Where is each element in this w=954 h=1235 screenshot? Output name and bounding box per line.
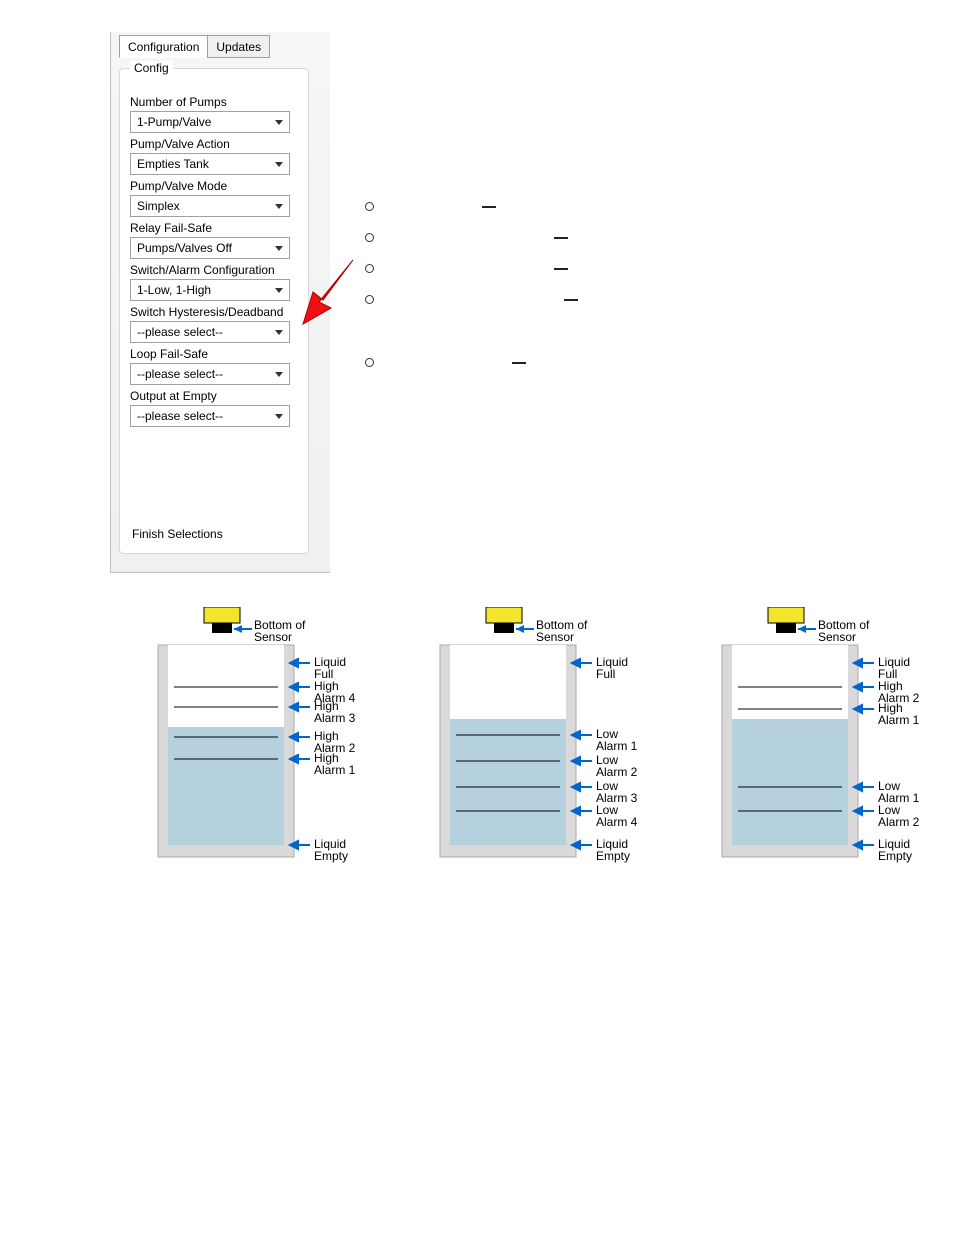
label-bottom-of-sensor: Bottom of Sensor (536, 619, 587, 643)
chevron-down-icon (271, 407, 287, 425)
select-value: --please select-- (137, 409, 223, 423)
circle-icon (365, 233, 374, 242)
select-relay-fail-safe[interactable]: Pumps/Valves Off (130, 237, 290, 259)
tab-updates[interactable]: Updates (207, 35, 270, 58)
circle-icon (365, 264, 374, 273)
select-value: 1-Pump/Valve (137, 115, 211, 129)
label-output-at-empty: Output at Empty (130, 389, 300, 403)
select-pump-valve-action[interactable]: Empties Tank (130, 153, 290, 175)
tab-configuration[interactable]: Configuration (119, 35, 208, 58)
dash-icon (512, 362, 526, 364)
label-liquid-empty: Liquid Empty (596, 838, 630, 862)
label-high-alarm-3: High Alarm 3 (314, 700, 355, 724)
circle-icon (365, 295, 374, 304)
chevron-down-icon (271, 239, 287, 257)
select-pump-valve-mode[interactable]: Simplex (130, 195, 290, 217)
label-bottom-of-sensor: Bottom of Sensor (818, 619, 869, 643)
label-liquid-full: Liquid Full (314, 656, 346, 680)
label-low-alarm-2: Low Alarm 2 (878, 804, 919, 828)
dash-icon (564, 299, 578, 301)
label-liquid-full: Liquid Full (596, 656, 628, 680)
circle-icon (365, 358, 374, 367)
dash-icon (482, 206, 496, 208)
select-value: --please select-- (137, 367, 223, 381)
tank-diagram-four-high: Bottom of Sensor Liquid Full High Alarm … (150, 607, 382, 867)
dash-icon (554, 268, 568, 270)
label-switch-alarm-config: Switch/Alarm Configuration (130, 263, 300, 277)
tank-diagrams: Bottom of Sensor Liquid Full High Alarm … (150, 607, 954, 867)
config-fieldset: Config Number of Pumps 1-Pump/Valve Pump… (119, 68, 309, 554)
select-value: --please select-- (137, 325, 223, 339)
tab-bar: Configuration Updates (119, 32, 330, 58)
side-marker (365, 358, 578, 367)
chevron-down-icon (271, 323, 287, 341)
label-number-of-pumps: Number of Pumps (130, 95, 300, 109)
label-high-alarm-1: High Alarm 1 (314, 752, 355, 776)
label-bottom-of-sensor: Bottom of Sensor (254, 619, 305, 643)
side-option-markers (365, 202, 578, 389)
label-pump-valve-mode: Pump/Valve Mode (130, 179, 300, 193)
label-liquid-empty: Liquid Empty (314, 838, 348, 862)
select-number-of-pumps[interactable]: 1-Pump/Valve (130, 111, 290, 133)
chevron-down-icon (271, 113, 287, 131)
side-marker (365, 202, 578, 211)
label-liquid-empty: Liquid Empty (878, 838, 912, 862)
side-marker (365, 233, 578, 242)
label-high-alarm-1: High Alarm 1 (878, 702, 919, 726)
label-low-alarm-1: Low Alarm 1 (878, 780, 919, 804)
label-switch-hysteresis: Switch Hysteresis/Deadband (130, 305, 300, 319)
label-loop-fail-safe: Loop Fail-Safe (130, 347, 300, 361)
label-relay-fail-safe: Relay Fail-Safe (130, 221, 300, 235)
select-loop-fail-safe[interactable]: --please select-- (130, 363, 290, 385)
select-value: Pumps/Valves Off (137, 241, 232, 255)
select-value: Simplex (137, 199, 180, 213)
finish-selections-link[interactable]: Finish Selections (132, 527, 298, 541)
select-value: Empties Tank (137, 157, 209, 171)
label-low-alarm-3: Low Alarm 3 (596, 780, 637, 804)
label-low-alarm-1: Low Alarm 1 (596, 728, 637, 752)
label-pump-valve-action: Pump/Valve Action (130, 137, 300, 151)
side-marker (365, 264, 578, 273)
select-output-at-empty[interactable]: --please select-- (130, 405, 290, 427)
config-panel: Configuration Updates Config Number of P… (110, 32, 330, 573)
config-legend: Config (130, 61, 173, 75)
tank-diagram-four-low: Bottom of Sensor Liquid Full Low Alarm 1… (432, 607, 664, 867)
chevron-down-icon (271, 281, 287, 299)
tank-diagram-two-high-two-low: Bottom of Sensor Liquid Full High Alarm … (714, 607, 946, 867)
chevron-down-icon (271, 197, 287, 215)
circle-icon (365, 202, 374, 211)
chevron-down-icon (271, 155, 287, 173)
dash-icon (554, 237, 568, 239)
chevron-down-icon (271, 365, 287, 383)
side-marker (365, 295, 578, 304)
select-switch-hysteresis[interactable]: --please select-- (130, 321, 290, 343)
label-liquid-full: Liquid Full (878, 656, 910, 680)
select-switch-alarm-config[interactable]: 1-Low, 1-High (130, 279, 290, 301)
select-value: 1-Low, 1-High (137, 283, 211, 297)
label-low-alarm-2: Low Alarm 2 (596, 754, 637, 778)
label-low-alarm-4: Low Alarm 4 (596, 804, 637, 828)
